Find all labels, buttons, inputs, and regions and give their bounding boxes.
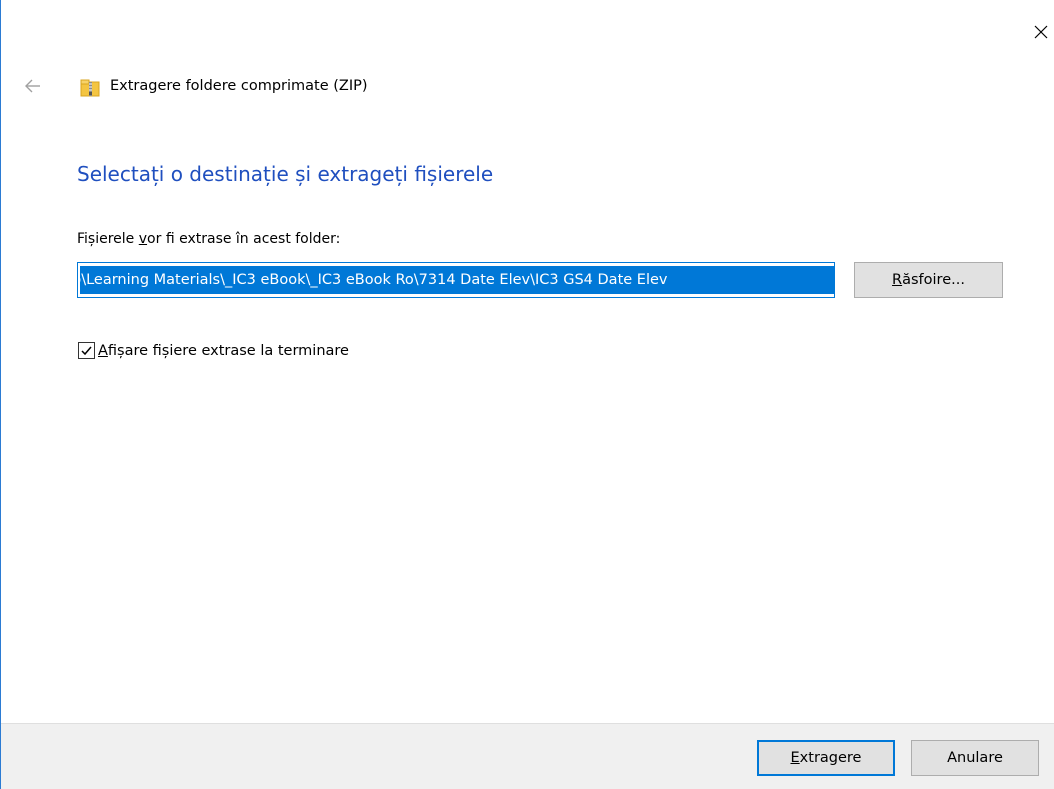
checkmark-icon — [81, 346, 92, 356]
show-extracted-files-checkbox[interactable] — [78, 342, 95, 359]
wizard-title: Extragere foldere comprimate (ZIP) — [110, 78, 368, 94]
extract-wizard-window: Extragere foldere comprimate (ZIP) Selec… — [0, 0, 1054, 789]
show-extracted-files-label: Afișare fișiere extrase la terminare — [98, 343, 349, 359]
destination-label: Fișierele vor fi extrase în acest folder… — [77, 231, 340, 247]
back-arrow-icon — [25, 79, 40, 93]
destination-label-before: Fișierele — [77, 231, 139, 247]
destination-path-input[interactable]: p\Learning Materials\_IC3 eBook\_IC3 eBo… — [77, 262, 835, 298]
back-button[interactable] — [23, 76, 43, 96]
close-button[interactable] — [1031, 16, 1054, 46]
page-heading: Selectați o destinație și extrageți fiși… — [77, 162, 494, 186]
destination-label-access-key: v — [138, 231, 148, 247]
checkbox-label-access-key: A — [98, 342, 108, 359]
close-icon — [1034, 25, 1048, 39]
checkbox-label-after: fișare fișiere extrase la terminare — [107, 342, 349, 359]
browse-button-label: ăsfoire... — [902, 272, 965, 288]
cancel-button[interactable]: Anulare — [911, 740, 1039, 776]
dialog-footer: Extragere Anulare — [1, 723, 1054, 789]
extract-button[interactable]: Extragere — [757, 740, 895, 776]
destination-path-selected-text: p\Learning Materials\_IC3 eBook\_IC3 eBo… — [80, 266, 834, 294]
destination-label-after: or fi extrase în acest folder: — [147, 231, 341, 247]
extract-button-label: xtragere — [799, 750, 862, 766]
zip-folder-icon — [80, 78, 100, 98]
extract-button-access-key: E — [790, 750, 800, 766]
browse-button[interactable]: Răsfoire... — [854, 262, 1003, 298]
browse-button-access-key: R — [892, 272, 903, 288]
show-extracted-files-option[interactable]: Afișare fișiere extrase la terminare — [78, 342, 349, 359]
